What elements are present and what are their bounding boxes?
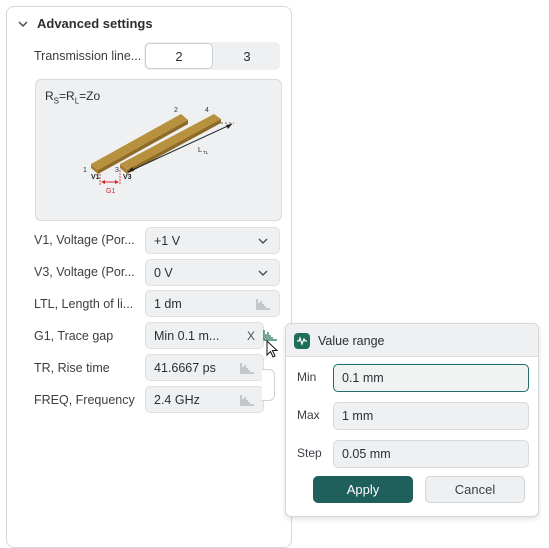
v3-voltage-label: V3, Voltage (Por... xyxy=(34,265,135,279)
ltl-label: L xyxy=(198,147,202,154)
v1-label: V1 xyxy=(91,174,100,181)
tr-rise-time-field[interactable]: 41.6667 ps xyxy=(145,354,264,381)
popup-header: Value range xyxy=(286,324,538,357)
chevron-down-icon xyxy=(258,238,268,244)
node-4-label: 4 xyxy=(205,107,209,114)
ltl-sub-label: TL xyxy=(203,150,209,155)
node-2-label: 2 xyxy=(174,107,178,114)
min-label: Min xyxy=(297,370,317,384)
node-3-label: 3 xyxy=(115,167,119,174)
node-1-label: 1 xyxy=(83,167,87,174)
v1-voltage-label: V1, Voltage (Por... xyxy=(34,233,135,247)
clear-range-button[interactable]: X xyxy=(247,329,255,343)
max-label: Max xyxy=(297,408,320,422)
sweep-range-icon[interactable] xyxy=(255,297,271,311)
step-label: Step xyxy=(297,446,322,460)
hidden-panel-edge xyxy=(262,369,275,401)
sweep-range-icon[interactable] xyxy=(239,393,255,407)
g1-trace-gap-field[interactable]: Min 0.1 m... X xyxy=(145,322,264,349)
section-title: Advanced settings xyxy=(37,16,153,31)
freq-frequency-label: FREQ, Frequency xyxy=(34,393,135,407)
min-input[interactable]: 0.1 mm xyxy=(333,364,529,392)
trace-illustration: 1 2 3 4 V1 V3 G1 L TL xyxy=(83,107,234,195)
ltl-length-field[interactable]: 1 dm xyxy=(145,290,280,317)
tr-rise-time-label: TR, Rise time xyxy=(34,361,110,375)
transmission-option-2[interactable]: 2 xyxy=(145,43,213,69)
sweep-range-icon[interactable] xyxy=(239,361,255,375)
chevron-down-icon xyxy=(258,270,268,276)
transmission-line-label: Transmission line... xyxy=(34,49,142,63)
value-range-popup: Value range Min 0.1 mm Max 1 mm Step 0.0… xyxy=(285,323,539,517)
max-input[interactable]: 1 mm xyxy=(333,402,529,430)
g1-label: G1 xyxy=(106,188,115,195)
step-input[interactable]: 0.05 mm xyxy=(333,440,529,468)
waveform-icon xyxy=(294,333,310,349)
transmission-option-3[interactable]: 3 xyxy=(214,42,280,70)
v3-voltage-select[interactable]: 0 V xyxy=(145,259,280,286)
v3-label: V3 xyxy=(123,174,132,181)
cancel-button[interactable]: Cancel xyxy=(425,476,525,503)
apply-button[interactable]: Apply xyxy=(313,476,413,503)
transmission-line-selector: 2 3 xyxy=(144,42,280,70)
mouse-cursor-icon xyxy=(266,340,279,358)
popup-title: Value range xyxy=(318,334,385,348)
freq-frequency-field[interactable]: 2.4 GHz xyxy=(145,386,264,413)
v1-voltage-select[interactable]: +1 V xyxy=(145,227,280,254)
ltl-length-label: LTL, Length of li... xyxy=(34,297,134,311)
advanced-settings-header[interactable]: Advanced settings xyxy=(17,16,153,31)
transmission-line-diagram: RS=RL=Zo 1 2 3 4 V1 V3 G1 L TL xyxy=(35,79,282,221)
g1-trace-gap-label: G1, Trace gap xyxy=(34,329,114,343)
chevron-down-icon xyxy=(18,20,28,27)
